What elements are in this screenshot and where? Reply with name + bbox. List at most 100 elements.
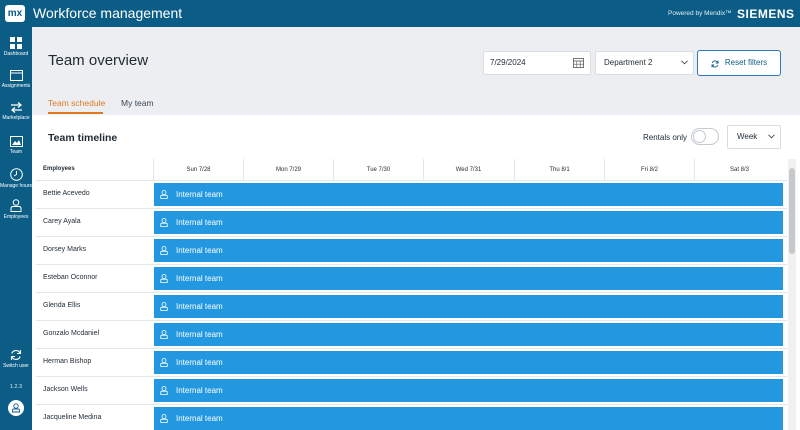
assignment-label: Internal team [176, 246, 223, 255]
siemens-logo: SIEMENS [737, 7, 795, 21]
table-row: Jackson Wells Internal team [36, 377, 787, 405]
tab-team-schedule[interactable]: Team schedule [48, 98, 105, 108]
timeline-header-row: Employees Sun 7/28 Mon 7/29 Tue 7/30 Wed… [36, 159, 787, 181]
employees-column-header: Employees [43, 166, 75, 172]
mendix-logo: mx [5, 5, 25, 22]
powered-by-label: Powered by Mendix™ [668, 10, 732, 17]
assignment-label: Internal team [176, 218, 223, 227]
assignment-bar[interactable]: Internal team [154, 351, 783, 374]
date-value: 7/29/2024 [490, 58, 526, 67]
refresh-icon [711, 60, 719, 68]
timeline-title: Team timeline [48, 132, 118, 144]
assignment-bar[interactable]: Internal team [154, 379, 783, 402]
user-icon [160, 414, 168, 423]
assignment-label: Internal team [176, 330, 223, 339]
rentals-only-label: Rentals only [643, 133, 688, 142]
chevron-down-icon [768, 134, 775, 139]
employee-name: Bettie Acevedo [43, 190, 90, 197]
view-value: Week [737, 132, 758, 141]
sidebar-item-label: Manage hours [0, 183, 32, 189]
clock-icon [9, 168, 23, 181]
user-icon [160, 330, 168, 339]
user-icon [12, 403, 20, 413]
team-icon [9, 136, 23, 147]
department-select[interactable]: Department 2 [595, 51, 694, 75]
reset-filters-label: Reset filters [724, 58, 768, 67]
table-row: Esteban Oconnor Internal team [36, 265, 787, 293]
user-icon [160, 274, 168, 283]
tab-my-team[interactable]: My team [121, 98, 154, 108]
avatar[interactable] [8, 400, 24, 416]
employee-name: Jackson Wells [43, 386, 88, 393]
version-label: 1.2.3 [9, 384, 23, 390]
user-icon [160, 302, 168, 311]
day-column-header: Mon 7/29 [243, 159, 333, 181]
table-row: Dorsey Marks Internal team [36, 237, 787, 265]
employee-name: Glenda Ellis [43, 302, 81, 309]
user-icon [160, 386, 168, 395]
table-row: Bettie Acevedo Internal team [36, 181, 787, 209]
department-value: Department 2 [604, 58, 653, 67]
sidebar-item-employees[interactable]: Employees [0, 199, 32, 220]
marketplace-icon [10, 102, 22, 113]
employees-icon [10, 199, 22, 212]
switch-user-label: Switch user [3, 363, 29, 369]
user-icon [160, 246, 168, 255]
assignment-bar[interactable]: Internal team [154, 239, 783, 262]
employee-name: Dorsey Marks [43, 246, 87, 253]
assignment-label: Internal team [176, 274, 223, 283]
user-icon [160, 190, 168, 199]
refresh-icon [10, 350, 22, 360]
employee-name: Carey Ayala [43, 218, 81, 225]
toggle-knob [693, 130, 706, 143]
team-timeline-grid: Employees Sun 7/28 Mon 7/29 Tue 7/30 Wed… [36, 159, 787, 430]
sidebar-item-manage-hours[interactable]: Manage hours [0, 168, 32, 189]
date-picker-input[interactable]: 7/29/2024 [483, 51, 591, 75]
day-column-header: Tue 7/30 [333, 159, 423, 181]
day-column-header: Sat 8/3 [694, 159, 784, 181]
assignment-bar[interactable]: Internal team [154, 407, 783, 430]
table-row: Gonzalo Mcdaniel Internal team [36, 321, 787, 349]
table-row: Jacqueline Medina Internal team [36, 405, 787, 430]
active-tab-indicator [48, 112, 103, 114]
sidebar-item-marketplace[interactable]: Marketplace [0, 102, 32, 121]
assignment-label: Internal team [176, 302, 223, 311]
assignment-bar[interactable]: Internal team [154, 323, 783, 346]
sidebar-item-label: Employees [3, 214, 29, 220]
page-header: Team overview 7/29/2024 Department 2 Res… [32, 27, 800, 115]
view-select[interactable]: Week [727, 125, 781, 149]
scrollbar-thumb[interactable] [789, 168, 795, 254]
sidebar-item-label: Team [9, 149, 23, 155]
sidebar-item-assignments[interactable]: Assignments [0, 69, 32, 89]
sidebar-item-label: Dashboard [3, 51, 29, 57]
table-row: Carey Ayala Internal team [36, 209, 787, 237]
page-title: Team overview [48, 52, 149, 69]
assignment-bar[interactable]: Internal team [154, 295, 783, 318]
employee-name: Esteban Oconnor [43, 274, 98, 281]
assignments-icon [9, 70, 23, 81]
sidebar-item-team[interactable]: Team [0, 136, 32, 155]
chevron-down-icon [681, 60, 688, 65]
user-icon [160, 358, 168, 367]
assignment-label: Internal team [176, 386, 223, 395]
assignment-bar[interactable]: Internal team [154, 211, 783, 234]
assignment-bar[interactable]: Internal team [154, 183, 783, 206]
calendar-icon[interactable] [573, 58, 584, 68]
day-column-header: Fri 8/2 [604, 159, 694, 181]
top-bar: mx Workforce management Powered by Mendi… [0, 0, 800, 27]
rentals-only-toggle[interactable] [691, 128, 719, 145]
dashboard-icon [10, 37, 22, 49]
table-row: Herman Bishop Internal team [36, 349, 787, 377]
assignment-bar[interactable]: Internal team [154, 267, 783, 290]
assignment-label: Internal team [176, 414, 223, 423]
employee-name: Herman Bishop [43, 358, 92, 365]
employee-name: Jacqueline Medina [43, 414, 102, 421]
switch-user-button[interactable]: Switch user [0, 349, 32, 369]
assignment-label: Internal team [176, 190, 223, 199]
sidebar-item-dashboard[interactable]: Dashboard [0, 37, 32, 57]
reset-filters-button[interactable]: Reset filters [697, 50, 781, 76]
sidebar-item-label: Assignments [1, 83, 31, 89]
app-title: Workforce management [33, 5, 183, 21]
day-column-header: Sun 7/28 [153, 159, 243, 181]
assignment-label: Internal team [176, 358, 223, 367]
